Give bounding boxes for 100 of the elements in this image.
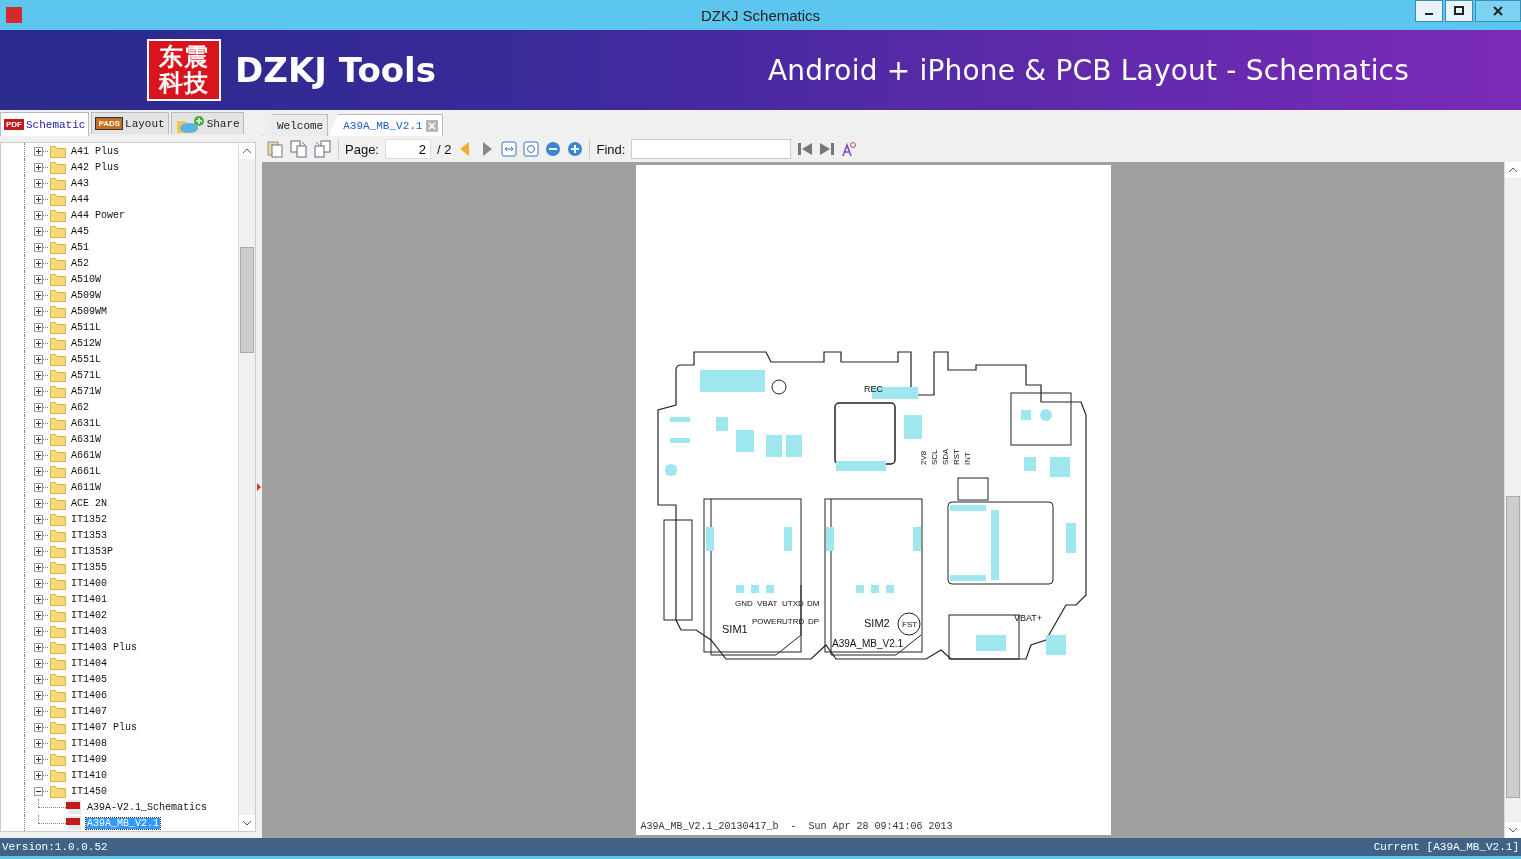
tree-item[interactable]: IT1403 bbox=[70, 625, 108, 637]
pages-icon[interactable] bbox=[290, 140, 308, 158]
expander-icon[interactable] bbox=[34, 578, 43, 588]
tree-item[interactable]: A571W bbox=[70, 385, 102, 397]
expander-icon[interactable] bbox=[34, 530, 43, 540]
tree-item[interactable]: A43 bbox=[70, 177, 90, 189]
tree-item[interactable]: IT1401 bbox=[70, 593, 108, 605]
tree-item[interactable]: ACE 2N bbox=[70, 497, 108, 509]
expander-icon[interactable] bbox=[34, 770, 43, 780]
panel-tab[interactable]: PDF Schematic bbox=[0, 112, 90, 136]
tree-scrollbar[interactable] bbox=[238, 143, 255, 831]
expander-icon[interactable] bbox=[34, 706, 43, 716]
expander-icon[interactable] bbox=[34, 146, 43, 156]
tree-item[interactable]: A631L bbox=[70, 417, 102, 429]
maximize-button[interactable] bbox=[1445, 0, 1473, 22]
zoom-in-icon[interactable] bbox=[567, 141, 584, 157]
tree-item[interactable]: IT1407 Plus bbox=[70, 721, 138, 733]
pages-icon[interactable] bbox=[314, 140, 332, 158]
expander-icon[interactable] bbox=[34, 690, 43, 700]
tree-item[interactable]: IT1404 bbox=[70, 657, 108, 669]
expander-icon[interactable] bbox=[34, 338, 43, 348]
document-tab[interactable]: A39A_MB_V2.1 bbox=[328, 114, 444, 136]
tree-item[interactable]: IT1403 Plus bbox=[70, 641, 138, 653]
expander-icon[interactable] bbox=[34, 226, 43, 236]
expander-icon[interactable] bbox=[34, 306, 43, 316]
tree-item[interactable]: A62 bbox=[70, 401, 90, 413]
tree-item[interactable]: IT1353P bbox=[70, 545, 114, 557]
expander-icon[interactable] bbox=[34, 258, 43, 268]
tree-item[interactable]: IT1400 bbox=[70, 577, 108, 589]
tree-item[interactable]: IT1352 bbox=[70, 513, 108, 525]
tree-item[interactable]: IT1406 bbox=[70, 689, 108, 701]
expander-icon[interactable] bbox=[34, 642, 43, 652]
tree-item[interactable]: IT1355 bbox=[70, 561, 108, 573]
tree-item[interactable]: IT1450 bbox=[70, 785, 108, 797]
expander-icon[interactable] bbox=[34, 562, 43, 572]
tree-item[interactable]: A509WM bbox=[70, 305, 108, 317]
expander-icon[interactable] bbox=[34, 274, 43, 284]
find-field[interactable] bbox=[631, 139, 792, 159]
tree-item[interactable]: A512W bbox=[70, 337, 102, 349]
expander-icon[interactable] bbox=[34, 754, 43, 764]
splitter-arrow-icon[interactable] bbox=[257, 483, 261, 491]
tree-item[interactable]: A511L bbox=[70, 321, 102, 333]
scroll-up-icon[interactable] bbox=[1505, 162, 1521, 178]
scroll-down-icon[interactable] bbox=[1505, 822, 1521, 838]
tree-item[interactable]: A44 bbox=[70, 193, 90, 205]
expander-icon[interactable] bbox=[34, 594, 43, 604]
fit-width-icon[interactable] bbox=[501, 141, 518, 157]
expander-icon[interactable] bbox=[34, 418, 43, 428]
document-tab[interactable]: Welcome bbox=[262, 114, 329, 136]
tree-item[interactable]: IT1405 bbox=[70, 673, 108, 685]
tree-item[interactable]: A45 bbox=[70, 225, 90, 237]
tree-item[interactable]: A571L bbox=[70, 369, 102, 381]
tree-item[interactable]: A44 Power bbox=[70, 209, 126, 221]
expander-icon[interactable] bbox=[34, 546, 43, 556]
tree-item[interactable]: A52 bbox=[70, 257, 90, 269]
expander-icon[interactable] bbox=[34, 354, 43, 364]
tree-item[interactable]: A39A-V2.1_Schematics bbox=[86, 801, 209, 813]
expander-icon[interactable] bbox=[34, 626, 43, 636]
expander-icon[interactable] bbox=[34, 674, 43, 684]
copy-icon[interactable] bbox=[266, 140, 284, 158]
expander-icon[interactable] bbox=[34, 610, 43, 620]
maximize-icon[interactable] bbox=[1454, 6, 1464, 16]
tree-item[interactable]: IT1409 bbox=[70, 753, 108, 765]
tree-item[interactable]: IT1410 bbox=[70, 769, 108, 781]
expander-icon[interactable] bbox=[34, 210, 43, 220]
expander-icon[interactable] bbox=[34, 386, 43, 396]
expander-icon[interactable] bbox=[34, 290, 43, 300]
tree-item[interactable]: A611W bbox=[70, 481, 102, 493]
expander-icon[interactable] bbox=[34, 242, 43, 252]
close-icon[interactable] bbox=[1492, 5, 1504, 17]
panel-tab[interactable]: PADS Layout bbox=[91, 112, 169, 134]
fit-page-icon[interactable] bbox=[523, 141, 540, 157]
tree-item[interactable]: IT1408 bbox=[70, 737, 108, 749]
tree-item[interactable]: A551L bbox=[70, 353, 102, 365]
scroll-up-icon[interactable] bbox=[239, 143, 255, 159]
expander-icon[interactable] bbox=[34, 402, 43, 412]
find-previous-icon[interactable] bbox=[797, 141, 814, 157]
expander-icon[interactable] bbox=[34, 786, 43, 796]
tree-item[interactable]: IT1353 bbox=[70, 529, 108, 541]
tree-item[interactable]: IT1407 bbox=[70, 705, 108, 717]
expander-icon[interactable] bbox=[34, 466, 43, 476]
find-next-icon[interactable] bbox=[819, 141, 836, 157]
expander-icon[interactable] bbox=[34, 370, 43, 380]
expander-icon[interactable] bbox=[34, 498, 43, 508]
tree-item[interactable]: IT1402 bbox=[70, 609, 108, 621]
font-icon[interactable] bbox=[841, 141, 858, 157]
panel-tab[interactable]: Share bbox=[170, 112, 244, 134]
expander-icon[interactable] bbox=[34, 450, 43, 460]
expander-icon[interactable] bbox=[34, 162, 43, 172]
tree-item[interactable]: A509W bbox=[70, 289, 102, 301]
tree-item[interactable]: A41 Plus bbox=[70, 145, 120, 157]
expander-icon[interactable] bbox=[34, 722, 43, 732]
tree-item[interactable]: A42 Plus bbox=[70, 161, 120, 173]
scrollbar-thumb[interactable] bbox=[1506, 496, 1520, 798]
page-number-field[interactable]: 2 bbox=[385, 139, 431, 159]
expander-icon[interactable] bbox=[34, 514, 43, 524]
tree-item[interactable]: A51 bbox=[70, 241, 90, 253]
close-button[interactable] bbox=[1475, 0, 1521, 22]
expander-icon[interactable] bbox=[34, 738, 43, 748]
zoom-out-icon[interactable] bbox=[545, 141, 562, 157]
